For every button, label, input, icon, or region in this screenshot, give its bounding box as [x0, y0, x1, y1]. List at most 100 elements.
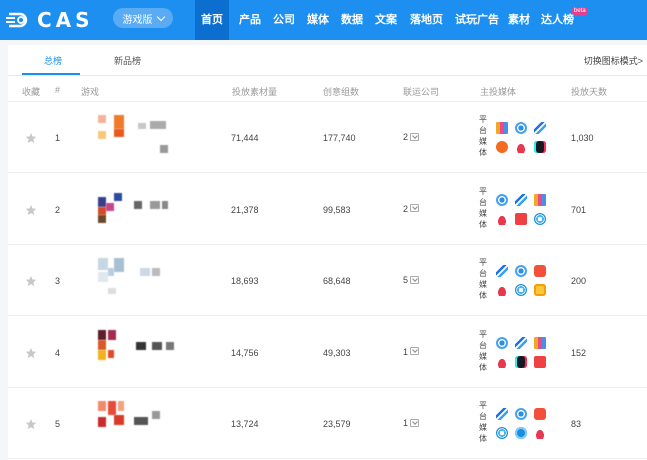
platform-media-label-char: 媒 — [479, 351, 487, 361]
snowflake-icon[interactable] — [496, 336, 508, 349]
tab-new-products[interactable]: 新品榜 — [114, 54, 141, 67]
red-badge-icon[interactable] — [534, 408, 546, 420]
companies-count: 5 — [403, 275, 409, 285]
bilibili-style-icon[interactable] — [534, 336, 546, 349]
red-cloud-icon[interactable] — [496, 355, 508, 368]
companies-cell[interactable]: 2 — [403, 132, 420, 142]
tab-overall[interactable]: 总榜 — [44, 54, 62, 67]
table-row[interactable]: 3 18,693 68,648 5 平台媒体 200 — [8, 245, 647, 316]
days-count: 1,030 — [571, 133, 594, 143]
star-favorite-icon[interactable] — [25, 418, 37, 430]
game-thumbnail[interactable] — [88, 115, 168, 161]
dropdown-icon[interactable] — [410, 132, 420, 141]
dropdown-icon[interactable] — [410, 204, 420, 213]
nav-item-influencer-rank[interactable]: 达人榜 — [541, 11, 574, 27]
rank-number: 2 — [55, 204, 61, 215]
nav-item-landing-page[interactable]: 落地页 — [410, 11, 443, 27]
red-cloud-icon[interactable] — [496, 212, 508, 225]
platform-media-label-char: 平 — [479, 258, 487, 267]
creatives-count: 177,740 — [323, 133, 356, 143]
kuaishou-icon[interactable] — [515, 427, 527, 439]
companies-cell[interactable]: 1 — [403, 347, 420, 357]
star-favorite-icon[interactable] — [25, 204, 37, 216]
red-cloud-icon[interactable] — [515, 141, 527, 153]
materials-count: 18,693 — [231, 276, 259, 286]
platform-media-label-char: 媒 — [479, 208, 487, 218]
nav-item-company[interactable]: 公司 — [273, 11, 295, 27]
nav-item-data[interactable]: 数据 — [341, 11, 363, 27]
toutiao-icon[interactable] — [515, 212, 527, 225]
platform-media-label-char: 平 — [479, 186, 487, 196]
yellow-app-icon[interactable] — [534, 284, 546, 296]
companies-cell[interactable]: 1 — [403, 418, 420, 428]
column-header-game: 游戏 — [81, 87, 100, 97]
nav-item-product[interactable]: 产品 — [239, 11, 261, 27]
red-badge-icon[interactable] — [534, 265, 546, 277]
nav-item-home[interactable]: 首页 — [195, 0, 229, 40]
column-header-days[interactable]: 投放天数 — [571, 85, 607, 98]
creatives-count: 23,579 — [323, 419, 351, 429]
game-thumbnail[interactable] — [88, 187, 168, 233]
bilibili-style-icon[interactable] — [496, 122, 508, 134]
swirl-icon[interactable] — [515, 284, 527, 296]
game-thumbnail[interactable] — [88, 258, 168, 304]
dropdown-icon[interactable] — [410, 275, 420, 284]
edition-label: 游戏版 — [122, 14, 153, 26]
companies-cell[interactable]: 5 — [403, 275, 420, 285]
table-row[interactable]: 5 13,724 23,579 1 平台媒体 83 — [8, 388, 647, 459]
platform-media-label-char: 台 — [479, 412, 487, 421]
swirl-icon[interactable] — [534, 212, 546, 225]
column-header-materials[interactable]: 投放素材量 — [232, 85, 277, 98]
snowflake-icon[interactable] — [496, 193, 508, 206]
days-count: 152 — [571, 347, 587, 358]
game-thumbnail[interactable] — [88, 329, 174, 376]
star-favorite-icon[interactable] — [25, 347, 37, 359]
platform-media-label-char: 台 — [479, 269, 487, 278]
wave-icon[interactable] — [496, 408, 508, 420]
douyin-icon[interactable] — [534, 141, 546, 153]
ranking-panel: 总榜 新品榜 切换图标模式> 收藏 # 游戏 投放素材量 创意组数 联运公司 主… — [8, 45, 647, 460]
swirl-icon[interactable] — [496, 427, 508, 439]
nav-item-copywriting[interactable]: 文案 — [375, 11, 397, 27]
douyin-icon[interactable] — [515, 355, 527, 368]
bilibili-style-icon[interactable] — [534, 193, 546, 206]
snowflake-icon[interactable] — [515, 408, 527, 420]
platform-media-label-char: 台 — [479, 197, 487, 207]
rank-number: 3 — [55, 276, 61, 286]
wave-icon[interactable] — [534, 122, 546, 134]
dropdown-icon[interactable] — [410, 418, 420, 427]
platform-media-label-char: 平 — [479, 329, 487, 339]
snowflake-icon[interactable] — [515, 265, 527, 277]
star-favorite-icon[interactable] — [25, 275, 37, 287]
red-cloud-icon[interactable] — [534, 427, 546, 439]
toutiao-icon[interactable] — [534, 355, 546, 368]
nav-item-materials[interactable]: 素材 — [508, 11, 530, 27]
dropdown-icon[interactable] — [410, 347, 420, 356]
materials-count: 21,378 — [231, 204, 259, 215]
red-cloud-icon[interactable] — [496, 284, 508, 296]
table-row[interactable]: 4 14,756 49,303 1 平台媒体 152 — [8, 317, 647, 388]
nav-item-media[interactable]: 媒体 — [307, 11, 329, 27]
materials-count: 71,444 — [231, 133, 259, 143]
platform-media-label: 平台媒体 — [478, 400, 488, 444]
wave-icon[interactable] — [515, 336, 527, 349]
column-header-creatives[interactable]: 创意组数 — [323, 85, 359, 98]
star-favorite-icon[interactable] — [25, 132, 37, 144]
game-thumbnail[interactable] — [88, 401, 168, 447]
brand-logo[interactable]: CAS — [6, 9, 94, 31]
companies-cell[interactable]: 2 — [403, 204, 420, 214]
top-nav-bar: CAS 游戏版 首页 产品 公司 媒体 数据 文案 落地页 试玩广告 素材 达人… — [0, 0, 647, 40]
edition-selector[interactable]: 游戏版 — [113, 8, 173, 28]
wave-icon[interactable] — [515, 193, 527, 206]
snowflake-icon[interactable] — [515, 122, 527, 134]
orange-play-icon[interactable] — [496, 141, 508, 153]
table-row[interactable]: 2 21,378 99,583 2 平台媒体 701 — [8, 174, 647, 245]
table-row[interactable]: 1 71,444 177,740 2 平台媒体 1,030 — [8, 102, 647, 173]
platform-media-label-char: 体 — [479, 148, 487, 157]
switch-icon-mode-link[interactable]: 切换图标模式> — [584, 54, 643, 67]
platform-media-label-char: 台 — [479, 340, 487, 350]
nav-item-playable-ads[interactable]: 试玩广告 — [455, 11, 499, 27]
wave-icon[interactable] — [496, 265, 508, 277]
platform-media-label-char: 媒 — [479, 137, 487, 146]
column-header-rank: # — [55, 85, 61, 95]
